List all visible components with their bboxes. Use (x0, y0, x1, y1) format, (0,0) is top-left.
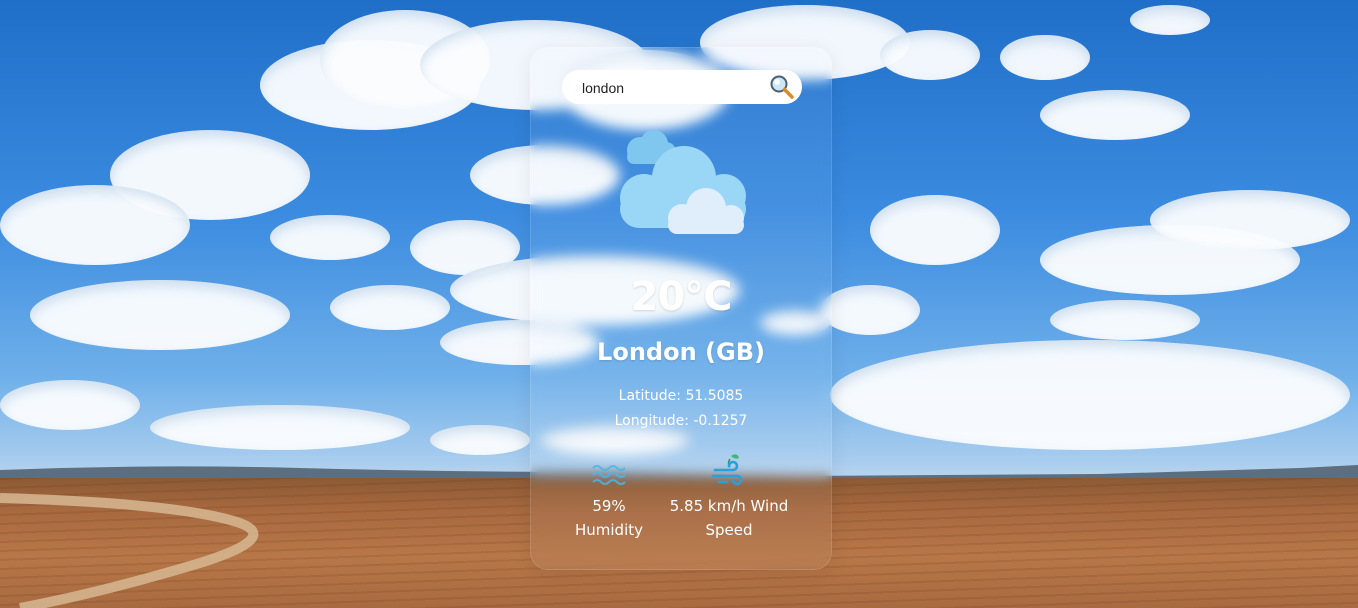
wind-value: 5.85 km/h Wind (669, 497, 789, 515)
humidity-label: Humidity (574, 521, 643, 539)
wind-label: Speed (705, 521, 753, 539)
city-name: London (GB) (597, 338, 765, 366)
temperature: 20°C (630, 274, 732, 320)
search-icon (770, 75, 794, 99)
latitude: Latitude: 51.5085 (618, 388, 744, 404)
waves-icon (592, 465, 626, 485)
cloudy-icon (620, 130, 746, 234)
weather-card: 20°C London (GB) Latitude: 51.5085 Longi… (530, 47, 832, 570)
search-bar (562, 70, 802, 104)
wind-stat: 5.85 km/h Wind Speed (659, 450, 799, 542)
humidity-value: 59% (592, 497, 626, 515)
humidity-stat: 59% Humidity (561, 450, 657, 542)
search-button[interactable] (768, 73, 796, 101)
background-scene: 20°C London (GB) Latitude: 51.5085 Longi… (0, 0, 1358, 608)
longitude: Longitude: -0.1257 (614, 413, 748, 429)
wind-icon (711, 454, 743, 486)
search-input[interactable] (580, 77, 764, 99)
